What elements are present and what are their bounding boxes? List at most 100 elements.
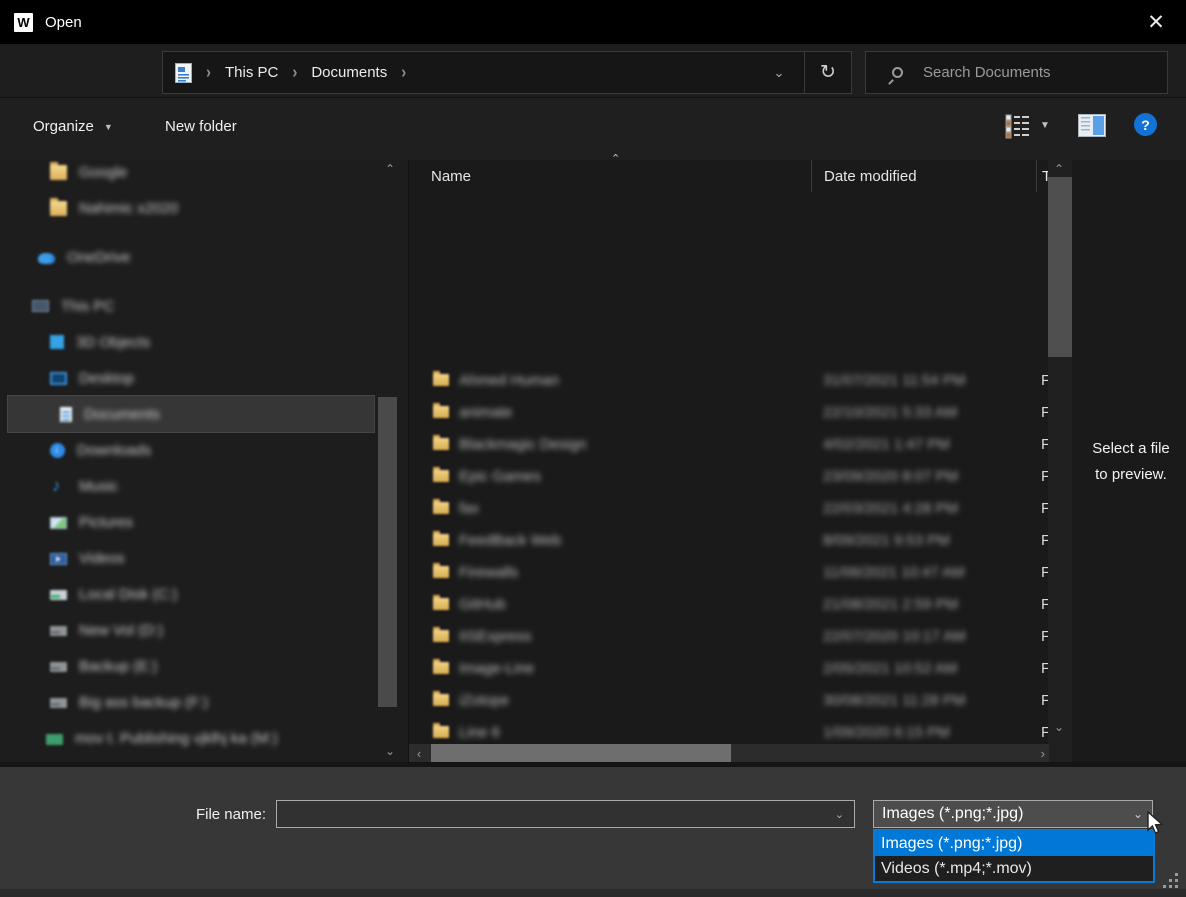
sidebar-item-label: Big ass backup (F:) bbox=[79, 694, 208, 711]
folder-icon bbox=[433, 374, 449, 386]
file-row[interactable]: Epic Games 23/09/2020 8:07 PM File folde… bbox=[409, 460, 1076, 492]
navigation-bar: ← → ⌄ ↑ › This PC › Documents bbox=[0, 44, 1186, 97]
folder-icon bbox=[433, 438, 449, 450]
file-type-value: Images (*.png;*.jpg) bbox=[882, 805, 1023, 823]
view-options-caret-icon[interactable]: ▼ bbox=[1040, 120, 1050, 131]
sidebar-item-icon bbox=[46, 734, 63, 745]
sidebar-item-label: OneDrive bbox=[67, 249, 130, 266]
sidebar-item-icon bbox=[38, 253, 55, 264]
sidebar-item-label: Music bbox=[79, 478, 118, 495]
sidebar-item[interactable]: Desktop bbox=[0, 360, 372, 396]
folder-icon bbox=[433, 726, 449, 738]
file-name: GitHub bbox=[459, 596, 811, 613]
sidebar-item[interactable]: mov t. Publishing vjklhj ka (M:) bbox=[0, 720, 372, 756]
sidebar-scroll-up-icon[interactable]: ⌃ bbox=[385, 162, 395, 176]
file-name: Image-Line bbox=[459, 660, 811, 677]
sidebar-item-label: Videos bbox=[79, 550, 125, 567]
file-date-modified: 22/10/2021 5:33 AM bbox=[811, 404, 1036, 421]
list-horizontal-scrollbar[interactable]: ‹ › bbox=[409, 744, 1049, 762]
file-type-combobox[interactable]: Images (*.png;*.jpg) ⌄ bbox=[873, 800, 1153, 828]
file-date-modified: 11/06/2021 10:47 AM bbox=[811, 564, 1036, 581]
file-name: IISExpress bbox=[459, 628, 811, 645]
sidebar-item[interactable]: Backup (E:) bbox=[0, 648, 372, 684]
sidebar-item[interactable]: Local Disk (C:) bbox=[0, 576, 372, 612]
breadcrumb-item[interactable]: › Documents bbox=[278, 64, 387, 81]
sidebar-item[interactable]: Nahimic x2020 bbox=[0, 190, 372, 226]
address-bar[interactable]: › This PC › Documents › ⌄ ↻ bbox=[162, 51, 852, 94]
file-type-option[interactable]: Videos (*.mp4;*.mov) bbox=[875, 856, 1153, 881]
sidebar-item-label: Documents bbox=[84, 406, 160, 423]
file-type-option[interactable]: Images (*.png;*.jpg) bbox=[875, 831, 1153, 856]
sidebar-item-icon bbox=[50, 698, 67, 708]
refresh-icon[interactable]: ↻ bbox=[804, 52, 851, 93]
column-header-name[interactable]: Name bbox=[409, 160, 811, 192]
scroll-left-icon[interactable]: ‹ bbox=[409, 746, 429, 761]
sidebar-item[interactable]: Videos bbox=[0, 540, 372, 576]
sidebar-item[interactable]: Big ass backup (F:) bbox=[0, 684, 372, 720]
preview-pane-icon[interactable] bbox=[1078, 114, 1106, 137]
file-row[interactable]: IISExpress 22/07/2020 10:17 AM File fold… bbox=[409, 620, 1076, 652]
file-row[interactable]: Image-Line 2/05/2021 10:52 AM File folde… bbox=[409, 652, 1076, 684]
navigation-pane: Google Nahimic x2020 OneDrive This PC 3D… bbox=[0, 160, 408, 762]
sidebar-item[interactable]: Music bbox=[0, 468, 372, 504]
preview-pane: Select a file to preview. bbox=[1076, 160, 1186, 762]
sidebar-item-label: New Vol (D:) bbox=[79, 622, 163, 639]
file-row[interactable]: FeedBack Web 8/09/2021 9:53 PM File fold… bbox=[409, 524, 1076, 556]
window-title: Open bbox=[45, 14, 82, 31]
file-date-modified: 23/09/2020 8:07 PM bbox=[811, 468, 1036, 485]
sidebar-item-icon bbox=[50, 553, 67, 565]
close-icon[interactable]: ✕ bbox=[1140, 6, 1172, 38]
new-folder-button[interactable]: New folder bbox=[165, 118, 237, 135]
sidebar-item[interactable]: This PC bbox=[0, 288, 372, 324]
address-dropdown-chevron-icon[interactable]: ⌄ bbox=[754, 52, 804, 93]
search-box[interactable]: Search Documents bbox=[865, 51, 1168, 94]
breadcrumb-item[interactable]: › This PC bbox=[192, 64, 278, 81]
sidebar-item[interactable]: OneDrive bbox=[0, 239, 372, 275]
list-scroll-down-icon[interactable]: ⌄ bbox=[1054, 720, 1064, 734]
sidebar-item-icon bbox=[50, 590, 67, 600]
sidebar-scrollbar-thumb[interactable] bbox=[378, 397, 397, 707]
sidebar-item[interactable]: Pictures bbox=[0, 504, 372, 540]
file-name: fax bbox=[459, 500, 811, 517]
file-list: Name Date modified Type ⌃ Ahmed Human 31… bbox=[408, 160, 1076, 762]
file-date-modified: 22/03/2021 4:28 PM bbox=[811, 500, 1036, 517]
sort-ascending-icon[interactable]: ⌃ bbox=[611, 152, 620, 165]
file-row[interactable]: Firewalls 11/06/2021 10:47 AM File folde… bbox=[409, 556, 1076, 588]
file-name: Blackmagic Design bbox=[459, 436, 811, 453]
sidebar-item-label: mov t. Publishing vjklhj ka (M:) bbox=[75, 730, 278, 747]
list-vertical-scrollbar[interactable]: ⌃ ⌄ bbox=[1048, 160, 1072, 762]
resize-grip[interactable] bbox=[1162, 872, 1178, 888]
sidebar-item[interactable]: 3D Objects bbox=[0, 324, 372, 360]
scroll-right-icon[interactable]: › bbox=[1041, 746, 1045, 761]
sidebar-scroll-down-icon[interactable]: ⌄ bbox=[385, 744, 395, 758]
sidebar-item[interactable]: Documents bbox=[8, 396, 374, 432]
preview-message: Select a file to preview. bbox=[1076, 436, 1186, 488]
file-row[interactable]: Blackmagic Design 4/02/2021 1:47 PM File… bbox=[409, 428, 1076, 460]
file-name-input[interactable]: ⌄ bbox=[276, 800, 855, 828]
file-type-chevron-icon[interactable]: ⌄ bbox=[1133, 807, 1143, 821]
organize-button[interactable]: Organize ▼ bbox=[33, 118, 113, 135]
sidebar-item-label: Backup (E:) bbox=[79, 658, 157, 675]
file-row[interactable]: animate 22/10/2021 5:33 AM File folder bbox=[409, 396, 1076, 428]
folder-icon bbox=[433, 406, 449, 418]
documents-folder-icon bbox=[175, 63, 192, 83]
sidebar-item-icon bbox=[50, 517, 67, 529]
folder-icon bbox=[433, 566, 449, 578]
file-name-chevron-icon[interactable]: ⌄ bbox=[835, 808, 844, 821]
list-scrollbar-thumb[interactable] bbox=[1048, 177, 1072, 357]
horizontal-scrollbar-thumb[interactable] bbox=[431, 744, 731, 762]
list-scroll-up-icon[interactable]: ⌃ bbox=[1054, 162, 1064, 176]
help-icon[interactable]: ? bbox=[1134, 113, 1157, 136]
file-row[interactable]: GitHub 21/08/2021 2:59 PM File folder bbox=[409, 588, 1076, 620]
file-row[interactable]: fax 22/03/2021 4:28 PM File folder bbox=[409, 492, 1076, 524]
file-row[interactable]: Ahmed Human 31/07/2021 11:54 PM File fol… bbox=[409, 364, 1076, 396]
details-view-icon[interactable] bbox=[1003, 114, 1031, 140]
sidebar-item[interactable]: New Vol (D:) bbox=[0, 612, 372, 648]
sidebar-item-label: Desktop bbox=[79, 370, 134, 387]
file-date-modified: 1/09/2020 6:15 PM bbox=[811, 724, 1036, 741]
sidebar-item[interactable]: Downloads bbox=[0, 432, 372, 468]
file-name-label: File name: bbox=[130, 806, 266, 823]
sidebar-item[interactable]: Google bbox=[0, 160, 372, 190]
column-header-date-modified[interactable]: Date modified bbox=[811, 160, 1036, 192]
file-row[interactable]: iZotope 30/08/2021 11:28 PM File folder bbox=[409, 684, 1076, 716]
